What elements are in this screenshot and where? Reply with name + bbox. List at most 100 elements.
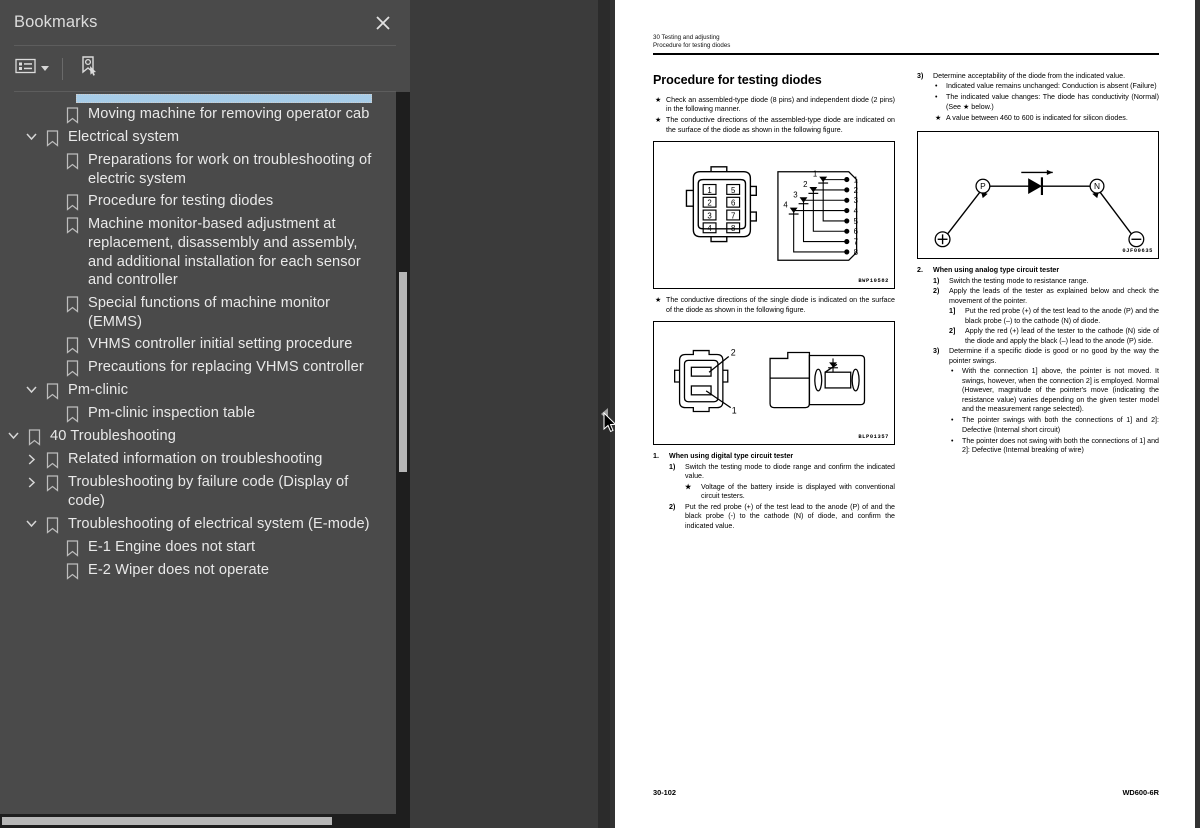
chevron-down-icon[interactable] bbox=[20, 515, 42, 528]
bookmark-icon bbox=[24, 427, 44, 447]
sidebar-horizontal-scroll-thumb[interactable] bbox=[2, 817, 332, 825]
list-item: • With the connection 1] above, the poin… bbox=[949, 367, 1159, 415]
chevron-down-icon[interactable] bbox=[2, 427, 24, 440]
bookmark-icon bbox=[62, 105, 82, 124]
collapse-panel-handle[interactable] bbox=[598, 0, 610, 828]
step-text: Apply the leads of the tester as explain… bbox=[949, 287, 1159, 305]
bookmark-icon bbox=[62, 294, 82, 313]
bookmark-icon bbox=[62, 192, 82, 212]
sidebar-horizontal-scrollbar[interactable] bbox=[0, 814, 410, 828]
bookmark-item[interactable]: Special functions of machine monitor (EM… bbox=[0, 292, 410, 333]
svg-text:3: 3 bbox=[793, 191, 798, 200]
svg-text:4: 4 bbox=[783, 201, 788, 210]
bookmark-item[interactable]: Moving machine for removing operator cab bbox=[0, 103, 410, 126]
chevron-down-icon[interactable] bbox=[20, 128, 42, 141]
bookmark-item-label: Pm-clinic inspection table bbox=[88, 405, 256, 422]
star-bullet-icon: ★ bbox=[655, 117, 662, 125]
bookmark-icon bbox=[62, 151, 82, 170]
list-item: 1) Switch the testing mode to resistance… bbox=[917, 277, 1159, 287]
bookmark-item[interactable]: E-1 Engine does not start bbox=[0, 536, 410, 559]
node-label-p: P bbox=[980, 182, 986, 192]
bookmark-item-label: VHMS controller initial setting procedur… bbox=[88, 336, 353, 353]
svg-text:4: 4 bbox=[854, 207, 859, 216]
bookmark-item[interactable]: Machine monitor-based adjustment at repl… bbox=[0, 213, 410, 292]
bookmark-icon bbox=[42, 381, 62, 401]
bullet-text: The pointer swings with both the connect… bbox=[962, 416, 1159, 434]
section-title: When using digital type circuit tester bbox=[669, 452, 794, 461]
figure-caption: BLP01357 bbox=[858, 434, 889, 441]
chevron-right-icon[interactable] bbox=[20, 473, 42, 488]
bookmark-icon bbox=[62, 404, 82, 424]
step-text: Apply the red (+) lead of the tester to … bbox=[965, 327, 1159, 345]
svg-text:7: 7 bbox=[854, 238, 858, 247]
step-number: 2) bbox=[669, 502, 676, 511]
dot-bullet-icon: • bbox=[935, 83, 938, 91]
step-number: 3) bbox=[917, 71, 924, 80]
step-text: Determine acceptability of the diode fro… bbox=[933, 71, 1126, 80]
bookmark-item[interactable]: VHMS controller initial setting procedur… bbox=[0, 333, 410, 356]
close-icon[interactable] bbox=[372, 12, 394, 34]
new-bookmark-button[interactable] bbox=[77, 55, 101, 83]
bookmark-pointer-icon bbox=[77, 54, 101, 83]
list-item: 1) Switch the testing mode to diode rang… bbox=[653, 463, 895, 482]
bookmark-item[interactable]: E-2 Wiper does not operate bbox=[0, 559, 410, 582]
figure-2pin-diode: 2 1 BLP01357 bbox=[653, 321, 895, 446]
bookmark-item[interactable]: Pm-clinic bbox=[0, 379, 410, 402]
figure-diode-polarity-drawing: P N bbox=[934, 170, 1145, 248]
figure-diode-polarity: P N 0JF00635 bbox=[917, 131, 1159, 260]
bookmark-item[interactable]: Procedure for testing diodes bbox=[0, 190, 410, 213]
bookmark-item-label: E-1 Engine does not start bbox=[88, 538, 256, 555]
bookmark-item-label: Precautions for replacing VHMS controlle… bbox=[88, 359, 364, 376]
running-head-line2: Procedure for testing diodes bbox=[653, 42, 731, 50]
list-view-button[interactable] bbox=[13, 55, 52, 83]
bookmark-item-label: Troubleshooting by failure code (Display… bbox=[68, 474, 349, 510]
list-item: 3) Determine acceptability of the diode … bbox=[917, 72, 1159, 82]
figure-8pin-diode-drawing: 12 34 56 78 12 34 56 78 12 34 bbox=[685, 166, 859, 262]
bookmarks-scroll-area[interactable]: Moving machine for removing operator cab… bbox=[0, 92, 410, 814]
bookmark-icon bbox=[42, 515, 62, 534]
step-text: Determine if a specific diode is good or… bbox=[949, 347, 1159, 365]
bullet-text: The conductive directions of the assembl… bbox=[666, 116, 895, 134]
page-number: 30-102 bbox=[653, 788, 677, 798]
step-text: Put the red probe (+) of the test lead t… bbox=[965, 307, 1159, 325]
bookmark-item-label: E-2 Wiper does not operate bbox=[88, 561, 270, 578]
list-item: ★ Check an assembled-type diode (8 pins)… bbox=[653, 96, 895, 115]
bookmark-item-label: Electrical system bbox=[68, 129, 180, 145]
section-title: When using analog type circuit tester bbox=[933, 266, 1060, 275]
sidebar-vertical-scrollbar[interactable] bbox=[396, 92, 410, 814]
list-item: 2) Apply the leads of the tester as expl… bbox=[917, 287, 1159, 306]
node-label-n: N bbox=[1094, 182, 1100, 192]
pdf-page-viewport[interactable]: 30 Testing and adjusting Procedure for t… bbox=[610, 0, 1200, 828]
left-column: Procedure for testing diodes ★ Check an … bbox=[653, 72, 895, 532]
step-number: 2) bbox=[933, 287, 940, 296]
bookmark-item[interactable]: Electrical system bbox=[0, 126, 410, 149]
chevron-down-icon[interactable] bbox=[20, 381, 42, 394]
dot-bullet-icon: • bbox=[951, 417, 954, 425]
bookmark-item[interactable]: Precautions for replacing VHMS controlle… bbox=[0, 356, 410, 379]
bullet-text: With the connection 1] above, the pointe… bbox=[962, 367, 1159, 414]
chevron-left-icon bbox=[600, 408, 608, 420]
svg-text:3: 3 bbox=[854, 197, 859, 206]
bookmarks-panel-header: Bookmarks bbox=[0, 0, 410, 45]
step-text: Switch the testing mode to resistance ra… bbox=[949, 276, 1089, 285]
svg-text:3: 3 bbox=[707, 212, 712, 221]
chevron-down-icon bbox=[41, 66, 49, 71]
step-text: Put the red probe (+) of the test lead t… bbox=[685, 502, 895, 530]
bookmark-item-label: 40 Troubleshooting bbox=[50, 428, 176, 445]
bookmark-icon bbox=[62, 561, 82, 580]
list-item: • The indicated value changes: The diode… bbox=[933, 93, 1159, 112]
bookmark-item[interactable]: Preparations for work on troubleshooting… bbox=[0, 149, 410, 190]
step-number: 3) bbox=[933, 347, 940, 356]
bookmark-item[interactable]: Pm-clinic inspection table bbox=[0, 402, 410, 425]
figure-caption: BWP10582 bbox=[858, 278, 889, 285]
bookmark-item[interactable]: Troubleshooting by failure code (Display… bbox=[0, 471, 410, 512]
svg-text:1: 1 bbox=[813, 170, 817, 179]
bookmark-item[interactable]: Troubleshooting of electrical system (E-… bbox=[0, 513, 410, 536]
sidebar-vertical-scroll-thumb[interactable] bbox=[399, 272, 407, 472]
bookmark-item[interactable]: Related information on troubleshooting bbox=[0, 448, 410, 471]
page-footer: 30-102 WD600-6R bbox=[653, 788, 1159, 798]
panel-splitter-area bbox=[410, 0, 617, 828]
bookmark-item[interactable]: 40 Troubleshooting bbox=[0, 425, 410, 448]
svg-text:1: 1 bbox=[707, 186, 711, 195]
chevron-right-icon[interactable] bbox=[20, 450, 42, 465]
